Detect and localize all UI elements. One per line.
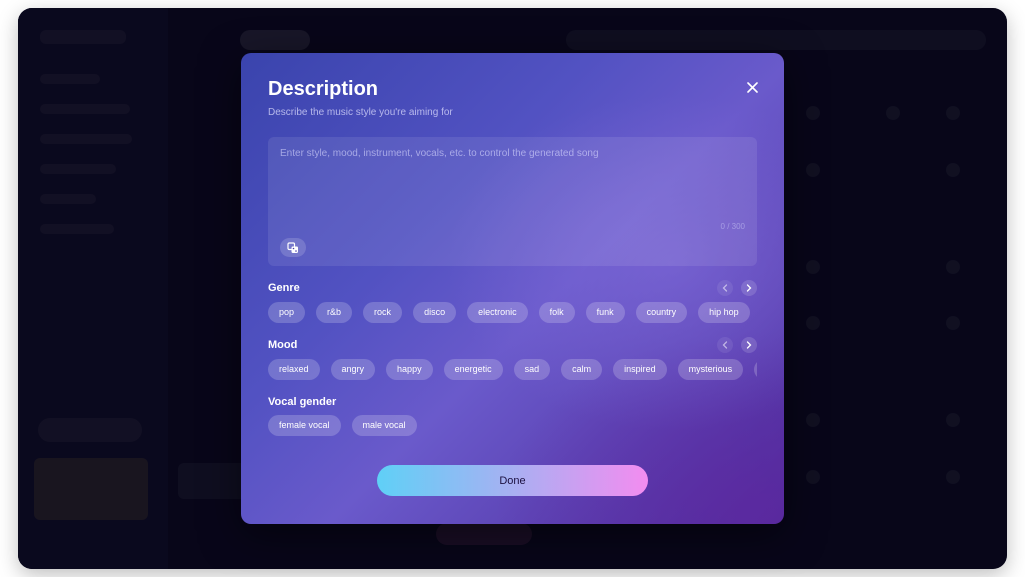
genre-label: Genre xyxy=(268,282,300,294)
genre-chip-funk[interactable]: funk xyxy=(585,302,625,323)
dice-icon xyxy=(287,241,298,253)
mood-chip-sad[interactable]: sad xyxy=(513,359,551,380)
genre-chip-rock[interactable]: rock xyxy=(363,302,403,323)
genre-chip-disco[interactable]: disco xyxy=(413,302,457,323)
mood-chip-relaxed[interactable]: relaxed xyxy=(268,359,320,380)
vocal-gender-chip-row: female vocal male vocal xyxy=(268,415,757,437)
vocal-chip-male[interactable]: male vocal xyxy=(351,415,417,436)
vocal-chip-female[interactable]: female vocal xyxy=(268,415,341,436)
close-button[interactable] xyxy=(742,77,762,97)
genre-chip-rnb[interactable]: r&b xyxy=(316,302,353,323)
close-icon xyxy=(746,81,758,93)
description-input[interactable] xyxy=(268,137,757,217)
chevron-left-icon xyxy=(722,341,728,349)
mood-chip-row: relaxed angry happy energetic sad calm i… xyxy=(268,359,757,381)
genre-chip-hip-hop[interactable]: hip hop xyxy=(698,302,750,323)
mood-chip-happy[interactable]: happy xyxy=(386,359,433,380)
mood-chip-inspired[interactable]: inspired xyxy=(613,359,667,380)
modal-title: Description xyxy=(268,78,379,100)
mood-chip-calm[interactable]: calm xyxy=(561,359,603,380)
mood-label: Mood xyxy=(268,339,298,351)
description-input-box: 0 / 300 xyxy=(268,137,757,266)
mood-chip-energetic[interactable]: energetic xyxy=(443,359,503,380)
vocal-gender-label: Vocal gender xyxy=(268,396,337,408)
genre-prev-button[interactable] xyxy=(717,280,733,296)
inspire-button[interactable] xyxy=(280,238,306,257)
chevron-right-icon xyxy=(746,341,752,349)
genre-chip-folk[interactable]: folk xyxy=(538,302,575,323)
mood-chip-mysterious[interactable]: mysterious xyxy=(677,359,744,380)
genre-chip-electronic[interactable]: electronic xyxy=(467,302,528,323)
modal-subtitle: Describe the music style you're aiming f… xyxy=(268,107,453,118)
description-modal: Description Describe the music style you… xyxy=(241,53,784,524)
chevron-right-icon xyxy=(746,284,752,292)
mood-prev-button[interactable] xyxy=(717,337,733,353)
chevron-left-icon xyxy=(722,284,728,292)
mood-chip-angry[interactable]: angry xyxy=(330,359,376,380)
mood-next-button[interactable] xyxy=(741,337,757,353)
mood-chip-romantic[interactable]: romantic xyxy=(754,359,757,380)
genre-chip-pop[interactable]: pop xyxy=(268,302,306,323)
genre-chip-row: pop r&b rock disco electronic folk funk … xyxy=(268,302,757,324)
genre-chip-country[interactable]: country xyxy=(635,302,688,323)
genre-next-button[interactable] xyxy=(741,280,757,296)
char-count: 0 / 300 xyxy=(720,222,745,231)
done-button[interactable]: Done xyxy=(377,465,648,496)
